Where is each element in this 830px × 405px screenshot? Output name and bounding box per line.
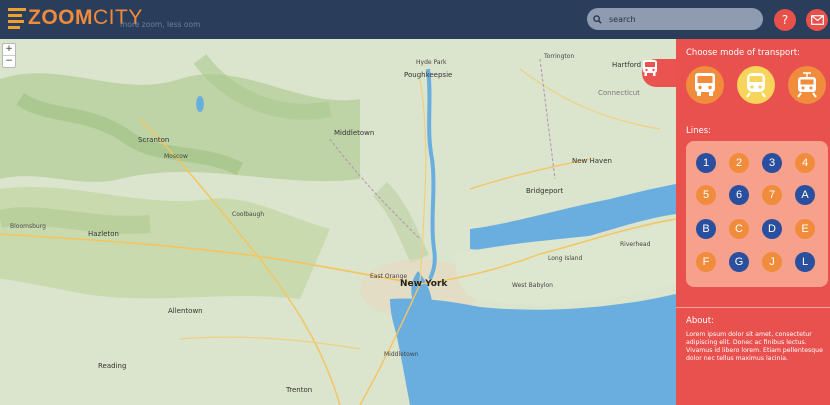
map-label: Bloomsburg: [10, 223, 46, 230]
map-label: Moscow: [164, 153, 188, 160]
map-label: Reading: [98, 362, 127, 370]
logo-text-zoom: ZOOM: [28, 6, 93, 29]
map-label: Long Island: [548, 255, 583, 262]
help-button[interactable]: ?: [774, 9, 796, 31]
map-label: Hartford: [612, 61, 642, 69]
map-label: Middletown: [334, 129, 375, 137]
map-label: Poughkeepsie: [404, 71, 453, 79]
line-button-f[interactable]: F: [696, 252, 716, 272]
mail-button[interactable]: [806, 9, 828, 31]
map-view[interactable]: + − Hartford Torrington Connecticut Poug…: [0, 39, 676, 405]
map-label: Allentown: [168, 307, 203, 315]
map-label: Hazleton: [88, 230, 119, 238]
line-button-5[interactable]: 5: [696, 185, 716, 205]
search-icon: [587, 14, 607, 24]
line-button-a[interactable]: A: [795, 185, 815, 205]
line-button-b[interactable]: B: [696, 219, 716, 239]
map-label: Connecticut: [598, 89, 640, 97]
map-label: Trenton: [286, 386, 313, 394]
search-bar[interactable]: [587, 8, 763, 30]
line-button-l[interactable]: L: [795, 252, 815, 272]
bus-icon: [643, 60, 657, 76]
panel-divider: [676, 307, 830, 308]
line-button-7[interactable]: 7: [762, 185, 782, 205]
bus-mode-button[interactable]: [686, 66, 724, 104]
map-tiles: [0, 39, 676, 405]
lines-heading: Lines:: [686, 126, 712, 136]
line-button-g[interactable]: G: [729, 252, 749, 272]
line-button-2[interactable]: 2: [729, 153, 749, 173]
line-button-e[interactable]: E: [795, 219, 815, 239]
map-label: Scranton: [138, 136, 170, 144]
help-icon: ?: [781, 13, 789, 27]
train-icon: [746, 73, 766, 98]
bus-icon: [695, 73, 715, 96]
tram-mode-button[interactable]: [788, 66, 826, 104]
transport-panel: Choose mode of transport: Lines: 1 2 3 4…: [676, 39, 830, 405]
tagline: more zoom, less oom: [120, 20, 201, 29]
map-label: New Haven: [572, 157, 612, 165]
map-label: Middletown: [384, 351, 419, 358]
logo-lines-icon: [8, 7, 26, 29]
about-text: Lorem ipsum dolor sit amet, consectetur …: [686, 331, 823, 362]
line-button-6[interactable]: 6: [729, 185, 749, 205]
map-label: Hyde Park: [416, 59, 447, 66]
zoom-out-button[interactable]: −: [3, 55, 15, 67]
line-button-d[interactable]: D: [762, 219, 782, 239]
line-button-j[interactable]: J: [762, 252, 782, 272]
about-heading: About:: [686, 316, 714, 326]
search-input[interactable]: [607, 13, 761, 25]
mail-icon: [810, 15, 824, 25]
tram-icon: [797, 72, 817, 98]
map-label: Torrington: [544, 53, 575, 60]
line-button-4[interactable]: 4: [795, 153, 815, 173]
app-header: ZOOMCITY more zoom, less oom ?: [0, 0, 830, 39]
map-label-new-york: New York: [400, 279, 448, 289]
map-label: West Babylon: [512, 282, 553, 289]
line-button-3[interactable]: 3: [762, 153, 782, 173]
line-button-1[interactable]: 1: [696, 153, 716, 173]
map-label: Riverhead: [620, 241, 651, 248]
map-label: Bridgeport: [526, 187, 564, 195]
zoom-in-button[interactable]: +: [3, 44, 15, 55]
zoom-control: + −: [2, 43, 16, 68]
transport-heading: Choose mode of transport:: [686, 48, 800, 58]
map-label: Coolbaugh: [232, 211, 265, 218]
active-transport-tab[interactable]: [642, 59, 676, 87]
train-mode-button[interactable]: [737, 66, 775, 104]
line-button-c[interactable]: C: [729, 219, 749, 239]
lines-grid: 1 2 3 4 5 6 7 A B C D E F G J L: [686, 141, 828, 287]
